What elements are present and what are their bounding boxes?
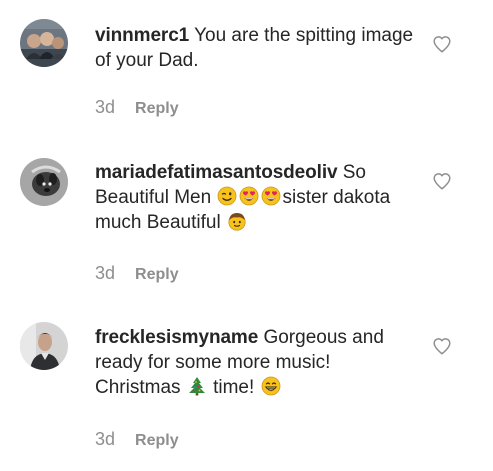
heart-outline-icon[interactable] [431, 33, 453, 55]
christmas-tree-emoji [188, 377, 205, 396]
heart-outline-icon[interactable] [431, 335, 453, 357]
comment-text: vinnmerc1 You are the spitting image of … [95, 23, 415, 73]
comment-text: frecklesismyname Gorgeous and ready for … [95, 325, 415, 400]
comment-text: mariadefatimasantosdeoliv So Beautiful M… [95, 160, 415, 235]
comment-meta: 3d Reply [95, 429, 179, 450]
comment-timestamp[interactable]: 3d [95, 263, 115, 284]
avatar[interactable] [20, 322, 68, 370]
winking-face-emoji [218, 186, 237, 206]
grinning-face-emoji [261, 376, 280, 396]
heart-eyes-emoji [262, 186, 281, 206]
reply-button[interactable]: Reply [135, 100, 179, 118]
comment-meta: 3d Reply [95, 263, 179, 284]
comment-2: mariadefatimasantosdeoliv So Beautiful M… [0, 140, 493, 305]
reply-button[interactable]: Reply [135, 266, 179, 284]
comment-username[interactable]: vinnmerc1 [95, 25, 189, 46]
avatar[interactable] [20, 19, 68, 67]
comment-timestamp[interactable]: 3d [95, 429, 115, 450]
comment-3: frecklesismyname Gorgeous and ready for … [0, 305, 493, 471]
avatar[interactable] [20, 158, 68, 206]
comment-message-part-2: time! [207, 377, 260, 398]
heart-eyes-emoji [240, 186, 259, 206]
comment-timestamp[interactable]: 3d [95, 97, 115, 118]
heart-outline-icon[interactable] [431, 170, 453, 192]
comment-username[interactable]: frecklesismyname [95, 327, 258, 348]
comment-meta: 3d Reply [95, 97, 179, 118]
comment-1: vinnmerc1 You are the spitting image of … [0, 0, 493, 140]
boy-face-emoji [228, 213, 246, 231]
comment-username[interactable]: mariadefatimasantosdeoliv [95, 162, 338, 183]
reply-button[interactable]: Reply [135, 432, 179, 450]
